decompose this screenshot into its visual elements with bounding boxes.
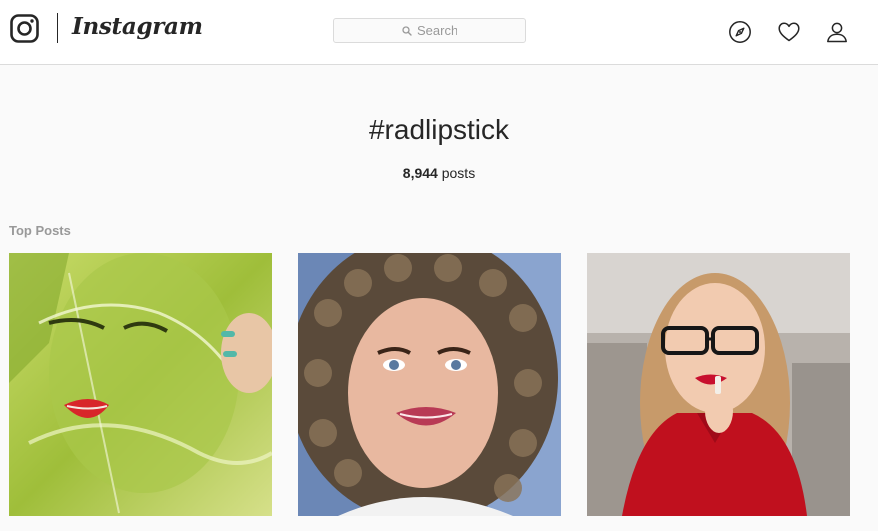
post-count: 8,944 posts [0, 165, 878, 181]
post-photo-curly-hair-selfie [298, 253, 561, 516]
logo-divider [57, 13, 58, 43]
top-navigation-bar: Instagram [0, 0, 878, 65]
post-photo-green-portrait [9, 253, 272, 516]
instagram-camera-logo-icon[interactable] [10, 14, 39, 43]
top-post-tile[interactable] [587, 253, 850, 516]
hashtag-title: #radlipstick [368, 114, 510, 145]
top-post-tile[interactable] [298, 253, 561, 516]
search-input[interactable] [417, 23, 457, 38]
search-icon [402, 25, 412, 36]
post-photo-red-dress-glasses [587, 253, 850, 516]
top-posts-heading: Top Posts [9, 223, 71, 238]
activity-heart-icon[interactable] [777, 20, 801, 44]
post-count-number: 8,944 [402, 165, 438, 181]
explore-compass-icon[interactable] [728, 20, 752, 44]
post-count-suffix: posts [441, 165, 476, 181]
profile-icon[interactable] [825, 20, 849, 44]
search-box[interactable] [333, 18, 526, 43]
instagram-wordmark-logo[interactable]: Instagram [72, 13, 203, 40]
top-post-tile[interactable] [9, 253, 272, 516]
